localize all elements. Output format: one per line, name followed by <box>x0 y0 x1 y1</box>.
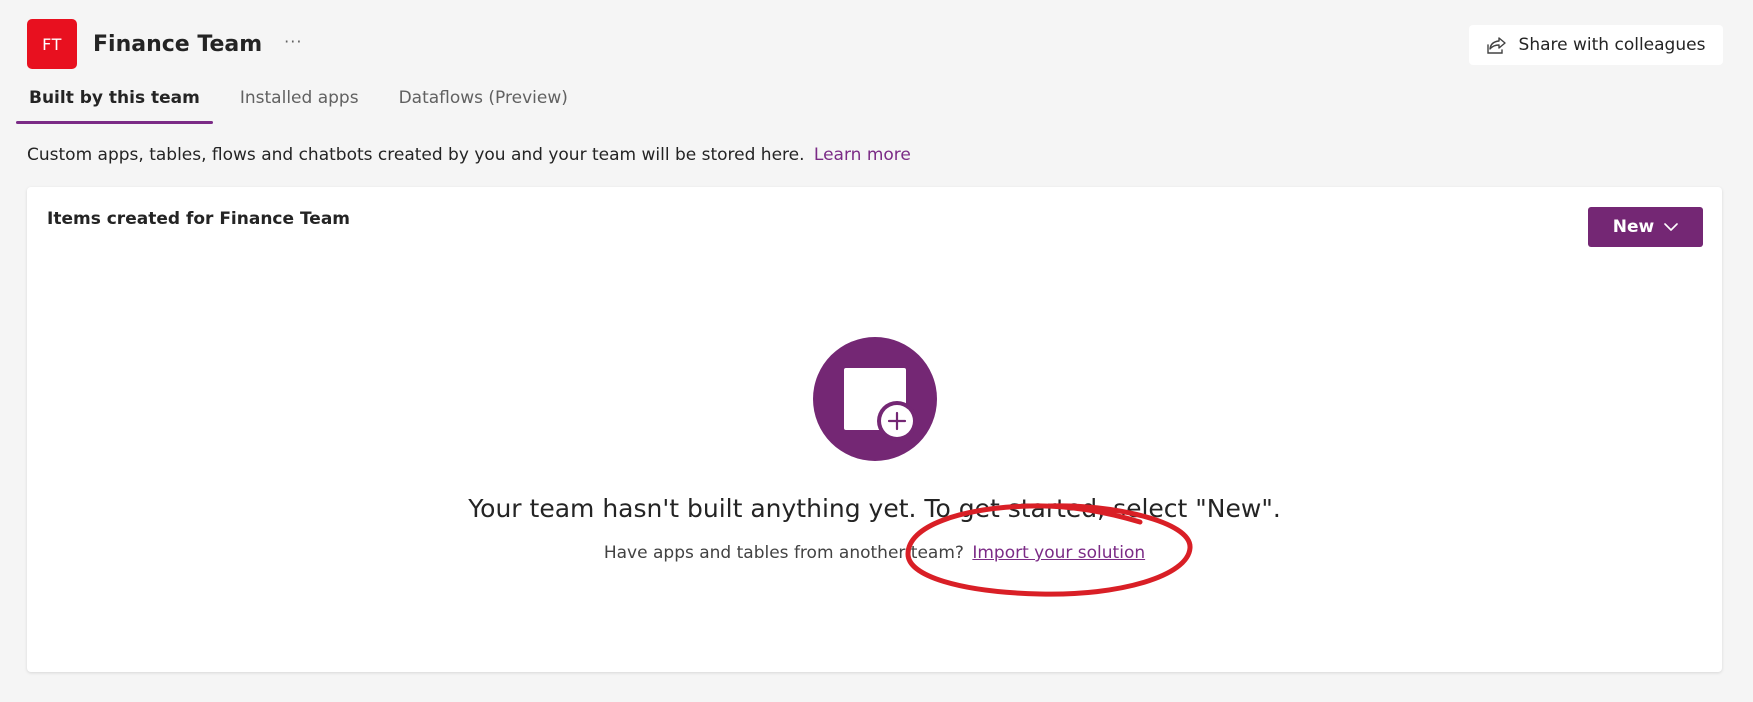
empty-state-subtitle: Have apps and tables from another team? … <box>27 543 1722 563</box>
team-header: FT Finance Team ··· <box>27 19 302 69</box>
add-item-icon <box>813 337 937 461</box>
more-options-button[interactable]: ··· <box>284 32 302 57</box>
learn-more-link[interactable]: Learn more <box>814 145 911 165</box>
team-avatar: FT <box>27 19 77 69</box>
team-name: Finance Team <box>93 31 263 57</box>
share-icon <box>1486 37 1506 54</box>
new-button[interactable]: New <box>1588 207 1703 247</box>
empty-state-title: Your team hasn't built anything yet. To … <box>468 494 1281 523</box>
new-button-label: New <box>1612 217 1655 237</box>
description-text: Custom apps, tables, flows and chatbots … <box>27 145 805 165</box>
share-with-colleagues-button[interactable]: Share with colleagues <box>1469 25 1723 65</box>
import-solution-link[interactable]: Import your solution <box>972 543 1145 563</box>
items-card: Items created for Finance Team New Your … <box>27 187 1722 672</box>
empty-sub-text: Have apps and tables from another team? <box>603 543 964 563</box>
tab-dataflows[interactable]: Dataflows (Preview) <box>386 82 581 124</box>
tab-built-by-this-team[interactable]: Built by this team <box>16 82 213 124</box>
tab-bar: Built by this team Installed apps Datafl… <box>16 82 595 124</box>
card-title: Items created for Finance Team <box>47 209 351 229</box>
share-label: Share with colleagues <box>1518 35 1706 55</box>
page-description: Custom apps, tables, flows and chatbots … <box>27 145 911 165</box>
chevron-down-icon <box>1664 222 1679 231</box>
tab-installed-apps[interactable]: Installed apps <box>227 82 372 124</box>
